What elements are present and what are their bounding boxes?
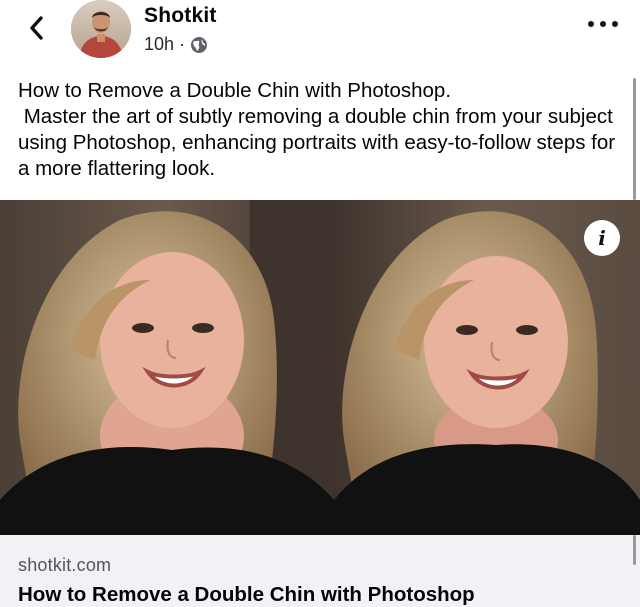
more-dot-icon (600, 21, 606, 27)
post-meta: 10h · (144, 34, 208, 55)
meta-separator: · (179, 34, 186, 54)
more-dot-icon (588, 21, 594, 27)
more-dot-icon (612, 21, 618, 27)
scrollbar[interactable] (633, 535, 636, 565)
page-name[interactable]: Shotkit (144, 4, 217, 28)
caption-line-2: Master the art of subtly removing a doub… (18, 105, 621, 180)
link-domain: shotkit.com (18, 555, 112, 575)
post-time[interactable]: 10h (144, 34, 174, 55)
before-photo (0, 200, 334, 535)
avatar[interactable] (71, 0, 131, 58)
avatar-photo (71, 0, 131, 58)
post-caption: How to Remove a Double Chin with Photosh… (18, 78, 628, 182)
link-preview-image[interactable]: i (0, 200, 640, 535)
link-title[interactable]: How to Remove a Double Chin with Photosh… (18, 583, 475, 607)
scrollbar[interactable] (633, 78, 636, 200)
caption-line-1: How to Remove a Double Chin with Photosh… (18, 79, 452, 102)
info-icon[interactable]: i (584, 220, 620, 256)
more-options-button[interactable] (588, 12, 618, 36)
link-preview-footer[interactable]: shotkit.com How to Remove a Double Chin … (0, 535, 640, 607)
globe-icon (191, 36, 208, 53)
back-button[interactable] (18, 10, 54, 46)
post-header: Shotkit 10h · (0, 0, 640, 70)
chevron-left-icon (30, 16, 43, 40)
